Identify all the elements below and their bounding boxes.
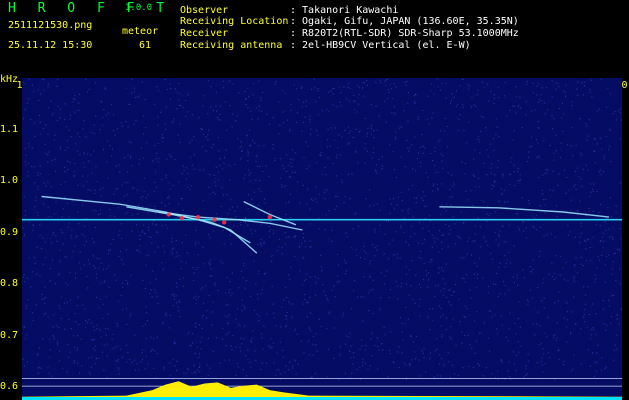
field-value-antenna: : 2el-HB9CV Vertical (el. E-W) (290, 40, 471, 51)
y-tick-label: 0.6 (0, 381, 19, 393)
field-value-receiver: : R820T2(RTL-SDR) SDR-Sharp 53.1000MHz (290, 28, 519, 39)
meteor-hot-spot-3 (195, 214, 201, 220)
meteor-hot-spot-4 (212, 217, 217, 222)
timestamp: 25.11.12 15:30 (8, 40, 93, 51)
field-label-location: Receiving Location (180, 16, 289, 27)
field-value-location: : Ogaki, Gifu, JAPAN (136.60E, 35.35N) (290, 16, 519, 27)
y-axis-unit: kHz (0, 74, 19, 85)
y-tick-label: 0.8 (0, 278, 19, 290)
noise-speckle-b (22, 78, 622, 381)
spectrogram-canvas (22, 78, 622, 400)
noise-speckle-a (22, 78, 622, 381)
filename: 2511121530.png (8, 20, 93, 31)
meteor-trace-5 (439, 206, 610, 218)
y-tick-label: 0.7 (0, 329, 19, 341)
field-label-antenna: Receiving antenna (180, 40, 283, 51)
y-tick-label: 1.0 (0, 175, 19, 187)
meteor-hot-spot-1 (166, 212, 171, 217)
meteor-hot-spot-2 (179, 215, 184, 221)
app-version: 1.0.0 (125, 3, 153, 13)
meteor-trace-3 (158, 211, 303, 231)
meteor-hot-spot-5 (222, 220, 227, 225)
y-tick-label: 1.1 (0, 123, 19, 135)
y-tick-label: 0.9 (0, 226, 19, 238)
meteor-trace-2 (126, 206, 258, 254)
meteor-hot-spot-6 (267, 214, 272, 220)
field-label-receiver: Receiver (180, 28, 229, 39)
spectrogram (22, 78, 622, 400)
field-value-observer: : Takanori Kawachi (290, 5, 399, 16)
field-label-observer: Observer (180, 5, 229, 16)
meteor-label: meteor (122, 26, 159, 37)
meteor-count: 61 (139, 40, 152, 51)
header-panel: H R O F F T 1.0.0 2511121530.png meteor … (0, 0, 629, 60)
